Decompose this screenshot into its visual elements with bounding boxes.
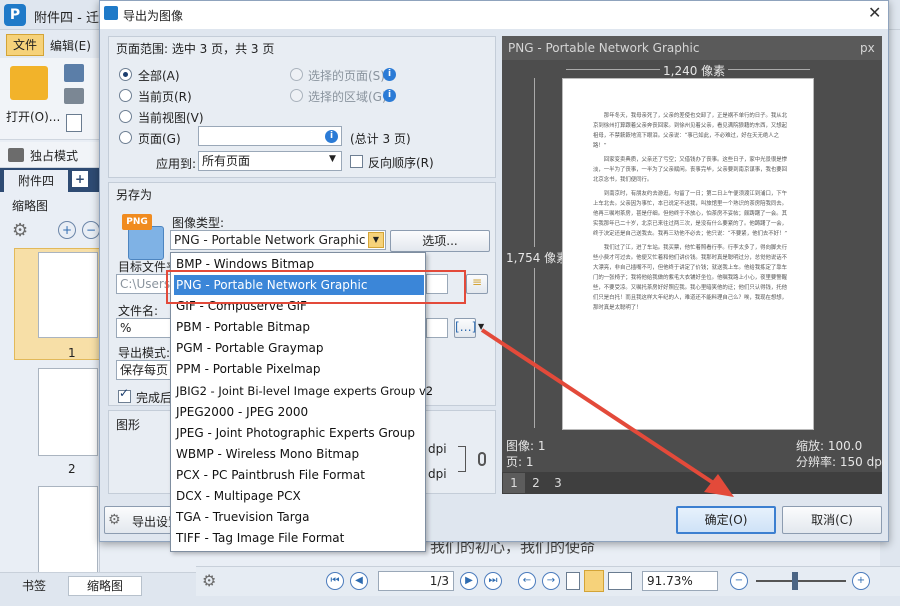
annotation-arrow-line bbox=[480, 328, 720, 488]
annotation-arrow bbox=[480, 328, 734, 497]
